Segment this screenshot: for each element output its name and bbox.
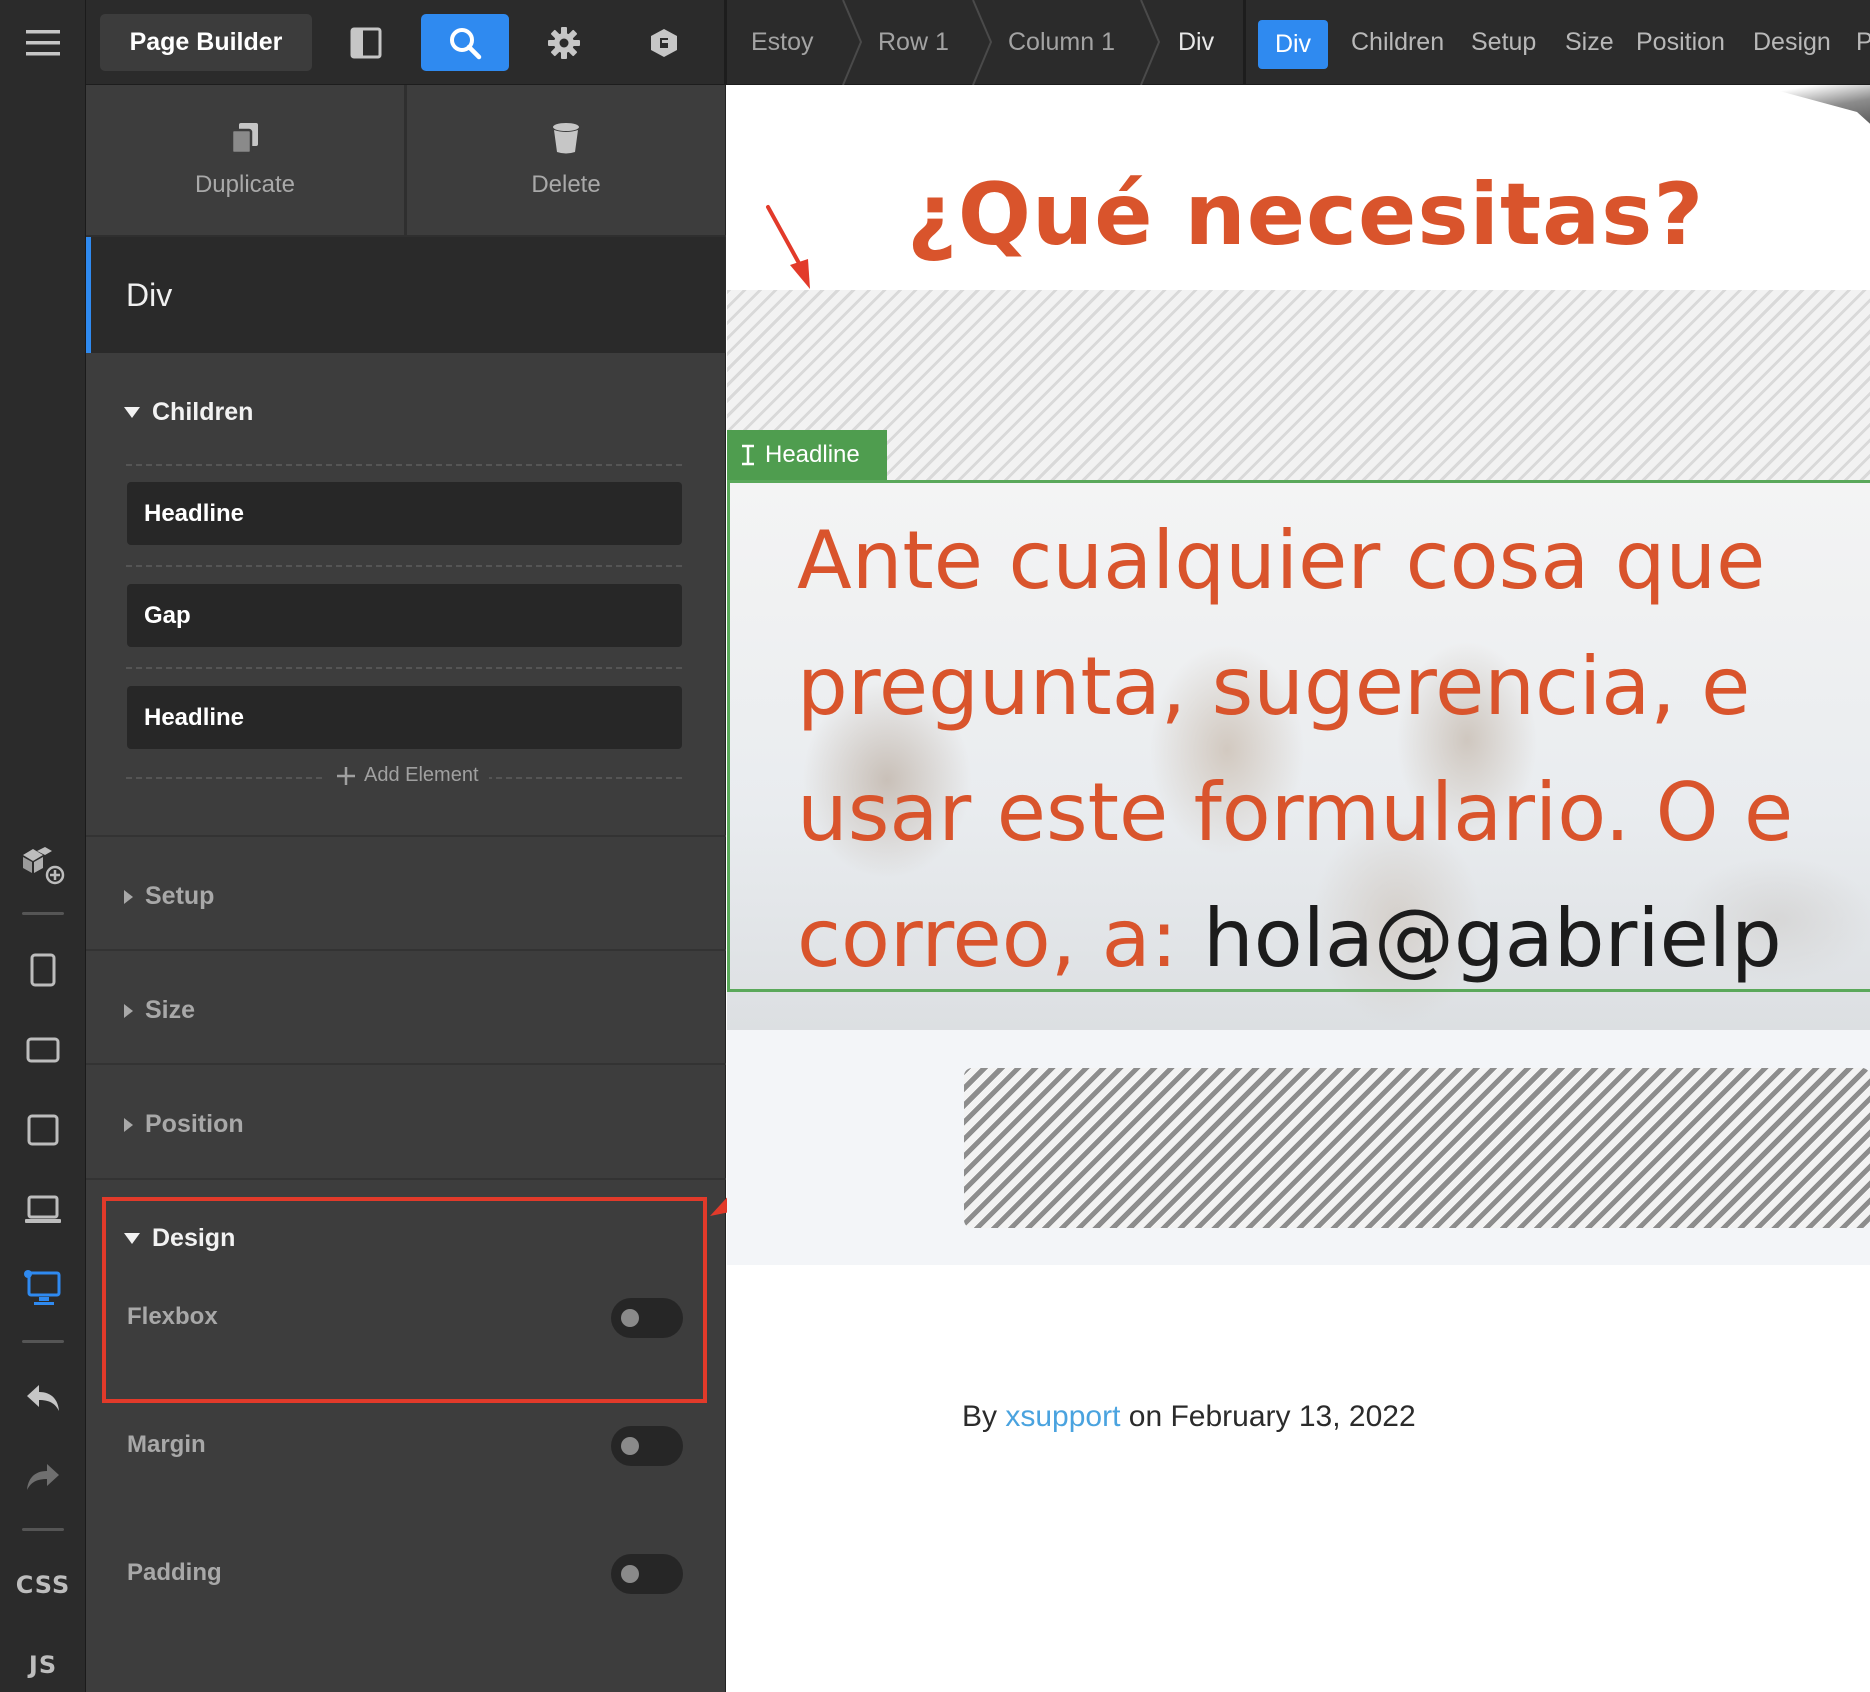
mobile-portrait-icon[interactable] [0,945,86,995]
divider [86,1063,726,1065]
divider [86,835,726,837]
caret-down-icon [124,407,140,418]
headline-line: correo, a: hola@gabrielp [797,876,1870,1002]
element-title: Div [86,237,726,353]
position-section-header[interactable]: Position [124,1110,244,1139]
add-element-button[interactable]: Add Element [326,764,489,787]
headline-text[interactable]: Ante cualquier cosa que pregunta, sugere… [797,498,1870,1002]
cube-icon[interactable] [620,14,708,71]
breadcrumb-item[interactable]: Row 1 [878,0,949,85]
search-icon[interactable] [421,14,509,71]
breadcrumb-separator [1140,0,1161,85]
tab-design[interactable]: Design [1753,0,1831,85]
child-item-gap[interactable]: Gap [127,584,682,647]
breadcrumb-item[interactable]: Estoy [751,0,814,85]
tab-setup[interactable]: Setup [1471,0,1536,85]
caret-right-icon [124,1003,133,1018]
rail-separator [22,1528,64,1531]
delete-button[interactable]: Delete [407,85,725,235]
byline-date: on February 13, 2022 [1120,1400,1416,1433]
breadcrumb-item-current[interactable]: Div [1178,0,1214,85]
duplicate-icon [230,123,258,155]
contact-email[interactable]: hola@gabrielp [1203,892,1782,985]
css-button[interactable]: CSS [0,1565,86,1605]
text-cursor-icon [742,444,754,466]
js-button[interactable]: JS [0,1645,86,1685]
margin-toggle[interactable] [611,1426,683,1466]
duplicate-button[interactable]: Duplicate [86,85,404,235]
tab-size[interactable]: Size [1565,0,1614,85]
child-item-headline[interactable]: Headline [127,482,682,545]
laptop-icon[interactable] [0,1185,86,1235]
gear-icon[interactable] [520,14,608,71]
caret-right-icon [124,889,133,904]
divider [86,1178,726,1180]
breadcrumb-item[interactable]: Column 1 [1008,0,1115,85]
page-builder-title[interactable]: Page Builder [100,14,312,71]
annotation-arrow [766,205,810,289]
tab-children[interactable]: Children [1351,0,1444,85]
top-bar: Page Builder Estoy Row 1 Column 1 Div Di… [86,0,1870,85]
children-heading: Children [152,398,254,426]
duplicate-label: Duplicate [194,171,296,198]
properties-panel: Duplicate Delete Div Children Headline G… [86,85,726,1692]
page-canvas: ¿Qué necesitas? Headline Ante cualquier … [727,85,1870,1692]
headline-line: pregunta, sugerencia, e [797,640,1751,733]
margin-label: Margin [127,1431,206,1458]
tablet-icon[interactable] [0,1105,86,1155]
byline-prefix: By [962,1400,1006,1433]
gap-placeholder[interactable] [727,290,1870,480]
undo-icon[interactable] [0,1373,86,1423]
left-icon-rail: CSS JS [0,0,86,1692]
breadcrumb-separator [972,0,993,85]
padding-label: Padding [127,1559,222,1586]
tab-position[interactable]: Position [1636,0,1725,85]
size-section-header[interactable]: Size [124,996,195,1025]
menu-icon[interactable] [0,18,86,68]
child-item-headline[interactable]: Headline [127,686,682,749]
headline-line: Ante cualquier cosa que [797,514,1766,607]
form-placeholder[interactable] [964,1068,1870,1228]
position-heading: Position [145,1110,244,1138]
headline-line-text: correo, a: [797,892,1203,985]
highlight-box [102,1197,707,1403]
mobile-landscape-icon[interactable] [0,1025,86,1075]
tab-more[interactable]: P [1856,0,1870,85]
redo-icon[interactable] [0,1452,86,1502]
children-section-header[interactable]: Children [124,398,253,427]
caret-right-icon [124,1117,133,1132]
rail-separator [22,1340,64,1343]
setup-section-header[interactable]: Setup [124,882,214,911]
header-image [1757,85,1870,130]
divider [126,565,682,567]
layout-panel-icon[interactable] [322,14,410,71]
divider [86,949,726,951]
size-heading: Size [145,996,196,1024]
headline-tag[interactable]: Headline [727,430,887,480]
plus-icon [337,766,355,785]
post-byline: By xsupport on February 13, 2022 [962,1400,1416,1434]
delete-label: Delete [531,171,601,198]
divider [126,667,682,669]
headline-line: usar este formulario. O e [797,766,1794,859]
add-element-icon[interactable] [0,840,86,890]
page-title[interactable]: ¿Qué necesitas? [907,165,1704,265]
divider [126,464,682,466]
rail-separator [22,912,64,915]
desktop-icon[interactable] [0,1262,86,1314]
breadcrumb-separator [842,0,863,85]
author-link[interactable]: xsupport [1005,1400,1120,1433]
setup-heading: Setup [145,882,215,910]
tab-div[interactable]: Div [1258,20,1328,69]
trash-icon [553,123,579,154]
add-element-label: Add Element [364,764,479,786]
headline-tag-label: Headline [765,441,860,468]
padding-toggle[interactable] [611,1554,683,1594]
